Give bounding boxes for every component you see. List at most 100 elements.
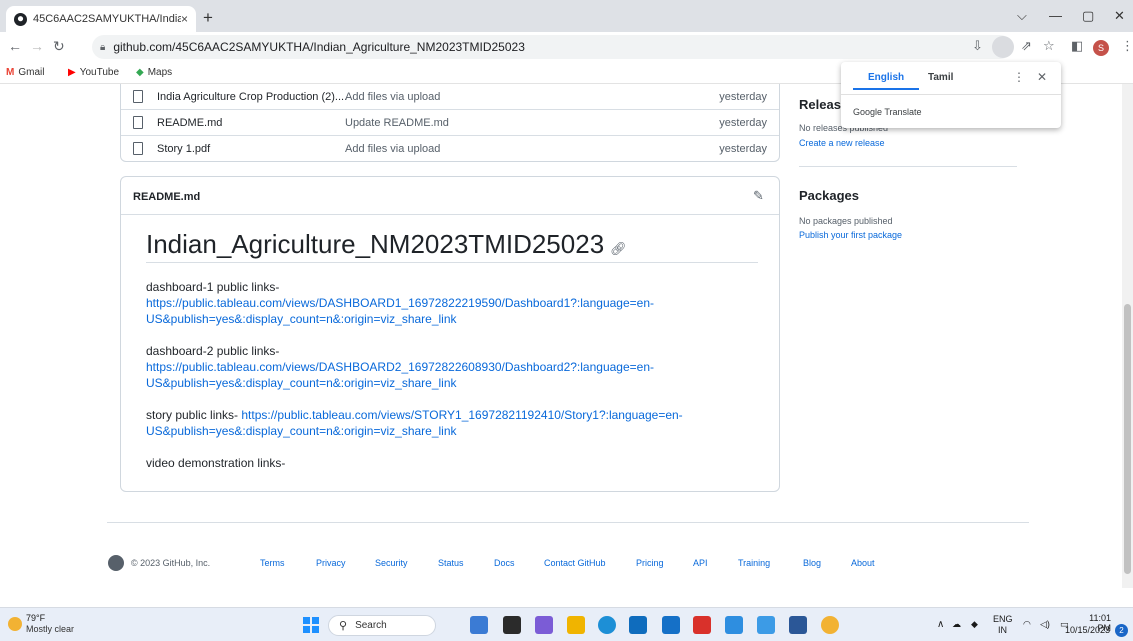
share-icon[interactable]: ⇗ [1021, 38, 1032, 54]
footer-link-status[interactable]: Status [438, 558, 464, 568]
commit-message[interactable]: Add files via upload [345, 91, 440, 103]
chrome-icon[interactable] [821, 616, 839, 634]
file-row[interactable]: README.md Update README.md yesterday [121, 110, 779, 136]
tab-title: 45C6AAC2SAMYUKTHA/Indian_ [33, 13, 181, 25]
file-row[interactable]: Story 1.pdf Add files via upload yesterd… [121, 136, 779, 162]
dashboard1-link[interactable]: https://public.tableau.com/views/DASHBOA… [146, 296, 654, 326]
active-tab-indicator [853, 88, 919, 90]
menu-kebab-icon[interactable]: ⋮ [1121, 38, 1133, 54]
popup-divider [841, 94, 1061, 95]
dashboard2-link[interactable]: https://public.tableau.com/views/DASHBOA… [146, 360, 654, 390]
side-panel-icon[interactable]: ◧ [1071, 38, 1083, 54]
linkedin-icon[interactable] [662, 616, 680, 634]
word-icon[interactable] [789, 616, 807, 634]
file-icon [133, 116, 143, 129]
onedrive-icon[interactable]: ☁ [952, 619, 961, 630]
bookmark-maps[interactable]: ◆ Maps [136, 67, 172, 78]
file-name[interactable]: README.md [157, 117, 222, 129]
tab-english[interactable]: English [868, 72, 904, 83]
gmail-icon: M [6, 67, 15, 78]
paragraph-label: dashboard-2 public links- [146, 344, 280, 358]
taskbar-app-icon[interactable] [503, 616, 521, 634]
paragraph-label: story public links- [146, 408, 239, 422]
footer-link-blog[interactable]: Blog [803, 558, 821, 568]
close-window-button[interactable]: ✕ [1114, 8, 1125, 24]
file-name[interactable]: India Agriculture Crop Production (2)...… [157, 91, 347, 103]
readme-filename[interactable]: README.md [133, 191, 200, 203]
footer-link-api[interactable]: API [693, 558, 708, 568]
language-primary[interactable]: ENG [993, 614, 1013, 624]
taskbar-app-icon[interactable] [470, 616, 488, 634]
bookmark-gmail[interactable]: M Gmail [6, 67, 44, 78]
bookmark-star-icon[interactable]: ☆ [1043, 38, 1055, 54]
footer-link-about[interactable]: About [851, 558, 875, 568]
new-tab-button[interactable]: + [203, 8, 213, 28]
weather-temperature[interactable]: 79°F [26, 613, 45, 623]
commit-date: yesterday [719, 91, 767, 103]
anchor-link-icon[interactable]: 🔗︎ [610, 241, 627, 256]
scrollbar-thumb[interactable] [1124, 304, 1131, 574]
edge-icon[interactable] [598, 616, 616, 634]
taskbar-search[interactable]: ⚲ Search [328, 615, 436, 636]
commit-message[interactable]: Add files via upload [345, 143, 440, 155]
footer-link-privacy[interactable]: Privacy [316, 558, 346, 568]
clock-date[interactable]: 10/15/2023 [1065, 625, 1110, 635]
minimize-button[interactable]: — [1049, 8, 1062, 23]
footer-link-docs[interactable]: Docs [494, 558, 515, 568]
file-explorer-icon[interactable] [567, 616, 585, 634]
footer-link-training[interactable]: Training [738, 558, 770, 568]
chevron-up-icon[interactable]: ∧ [937, 619, 944, 630]
page-scrollbar[interactable] [1122, 84, 1133, 588]
address-bar[interactable]: 🔒︎ github.com/45C6AAC2SAMYUKTHA/Indian_A… [92, 35, 1012, 59]
footer-link-contact[interactable]: Contact GitHub [544, 558, 606, 568]
footer-link-terms[interactable]: Terms [260, 558, 285, 568]
file-name[interactable]: Story 1.pdf [157, 143, 210, 155]
commit-date: yesterday [719, 143, 767, 155]
bookmark-youtube[interactable]: ▶ YouTube [68, 67, 119, 78]
more-options-icon[interactable]: ⋮ [1013, 70, 1025, 84]
language-secondary[interactable]: IN [998, 625, 1007, 635]
weather-moon-icon[interactable] [8, 617, 22, 631]
create-release-link[interactable]: Create a new release [799, 138, 885, 148]
back-arrow-icon[interactable]: ← [8, 38, 22, 54]
readme-paragraph: dashboard-2 public links- https://public… [146, 343, 706, 391]
store-icon[interactable] [629, 616, 647, 634]
file-list: India Agriculture Crop Production (2)...… [120, 84, 780, 162]
bookmark-label: Maps [147, 67, 173, 78]
volume-icon[interactable]: ◁) [1040, 619, 1050, 630]
publish-package-link[interactable]: Publish your first package [799, 230, 902, 240]
file-row[interactable]: India Agriculture Crop Production (2)...… [121, 84, 779, 110]
commit-message[interactable]: Update README.md [345, 117, 449, 129]
file-icon [133, 142, 143, 155]
tab-close-icon[interactable]: × [181, 12, 188, 26]
packages-heading[interactable]: Packages [799, 188, 859, 203]
paragraph-label: video demonstration links- [146, 456, 286, 470]
footer-divider [107, 522, 1029, 523]
tab-search-icon[interactable]: ⌵ [1017, 8, 1027, 24]
weather-description[interactable]: Mostly clear [26, 624, 74, 634]
packages-text: No packages published [799, 216, 893, 226]
start-button[interactable] [303, 617, 319, 633]
notification-badge[interactable]: 2 [1115, 624, 1128, 637]
translate-icon[interactable] [992, 36, 1014, 58]
commit-date: yesterday [719, 117, 767, 129]
install-app-icon[interactable]: ⇩ [972, 38, 983, 54]
forward-arrow-icon[interactable]: → [30, 38, 44, 54]
readme-paragraph: dashboard-1 public links- https://public… [146, 279, 706, 327]
footer-link-security[interactable]: Security [375, 558, 408, 568]
teams-icon[interactable] [535, 616, 553, 634]
github-logo-icon[interactable] [108, 555, 124, 571]
photos-icon[interactable] [757, 616, 775, 634]
wifi-icon[interactable]: ◠ [1023, 619, 1031, 630]
avatar[interactable]: S [1093, 40, 1109, 56]
taskbar-app-icon[interactable] [725, 616, 743, 634]
pencil-icon[interactable]: ✎ [753, 188, 764, 204]
browser-tab[interactable]: 45C6AAC2SAMYUKTHA/Indian_ × [6, 6, 196, 32]
tab-tamil[interactable]: Tamil [928, 72, 953, 83]
reload-icon[interactable]: ↻ [53, 38, 65, 55]
mcafee-icon[interactable] [693, 616, 711, 634]
tray-app-icon[interactable]: ◆ [971, 619, 978, 630]
maximize-button[interactable]: ▢ [1082, 8, 1094, 24]
close-icon[interactable]: ✕ [1037, 70, 1047, 84]
footer-link-pricing[interactable]: Pricing [636, 558, 664, 568]
